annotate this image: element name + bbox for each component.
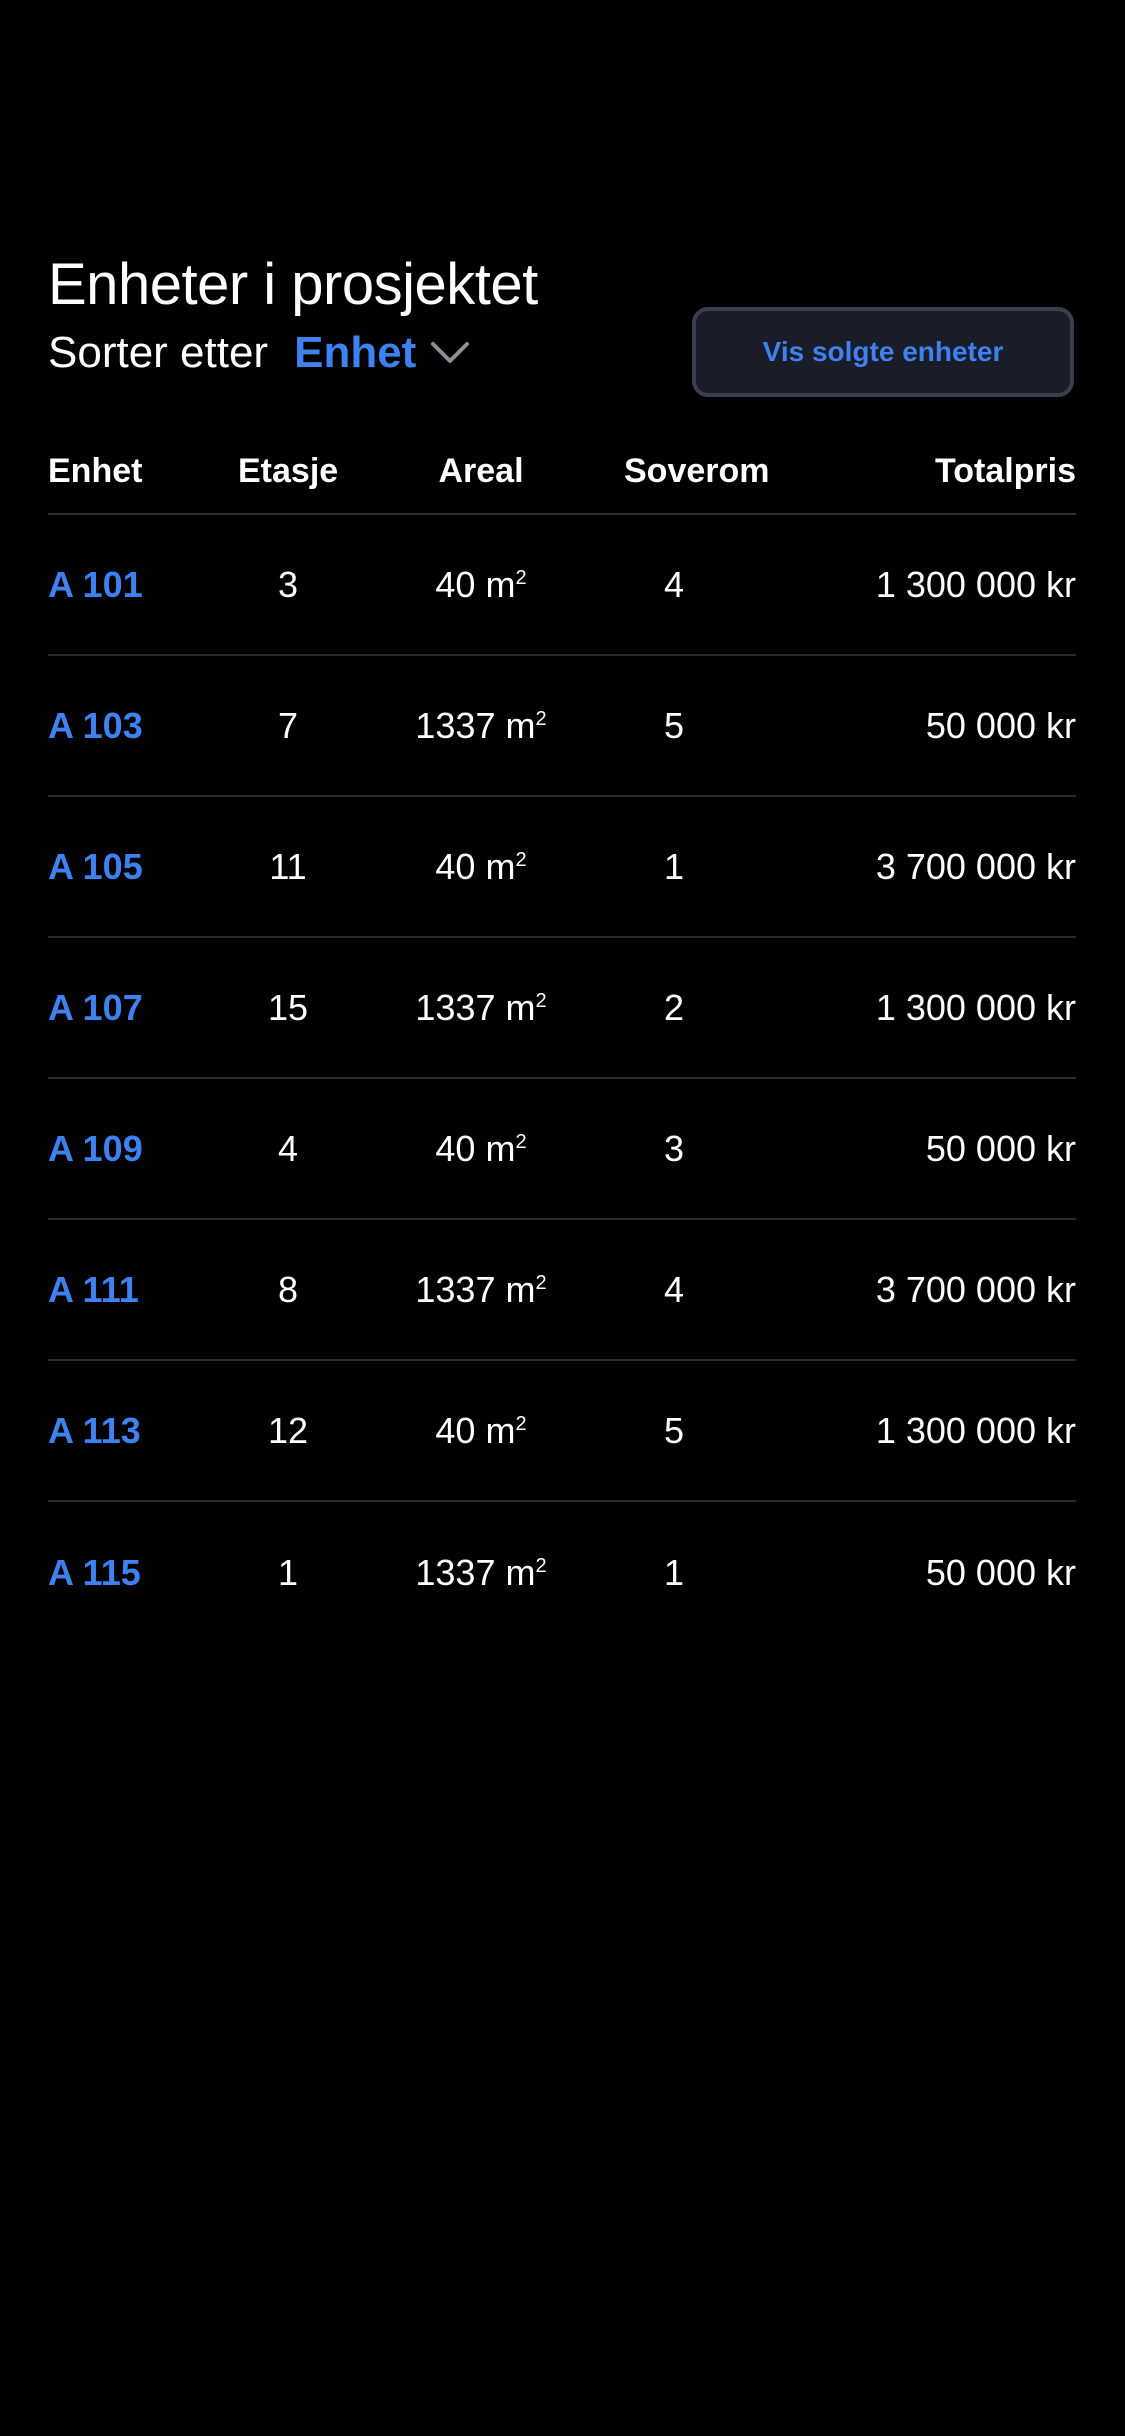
area-cell: 40 m2 bbox=[338, 564, 624, 606]
table-body: A 101 3 40 m2 4 1 300 000 kr A 103 7 1337 m2 5 50… bbox=[48, 515, 1076, 1643]
area-value: 40 bbox=[435, 845, 476, 887]
area-value: 1337 bbox=[415, 1551, 496, 1593]
header-price[interactable]: Totalpris bbox=[724, 452, 1076, 491]
area-cell: 40 m2 bbox=[338, 1410, 624, 1452]
price-cell: 1 300 000 kr bbox=[875, 986, 1076, 1028]
bedrooms-cell: 5 bbox=[663, 1409, 685, 1451]
area-unit: m bbox=[505, 1551, 536, 1593]
table-header: Enhet Etasje Areal Soverom Totalpris bbox=[48, 430, 1076, 515]
bedrooms-cell: 1 bbox=[663, 845, 685, 887]
unit-cell: A 105 bbox=[48, 846, 238, 888]
page-title: Enheter i prosjektet bbox=[48, 251, 538, 317]
area-value: 40 bbox=[435, 1409, 476, 1451]
header-floor[interactable]: Etasje bbox=[238, 452, 338, 491]
bedrooms-cell: 4 bbox=[663, 1268, 685, 1310]
unit-link[interactable]: A 113 bbox=[48, 1410, 141, 1451]
sort-value[interactable]: Enhet bbox=[294, 318, 416, 388]
unit-cell: A 115 bbox=[48, 1552, 238, 1594]
area-unit-exponent: 2 bbox=[535, 1271, 547, 1294]
unit-cell: A 113 bbox=[48, 1410, 238, 1452]
area-unit-exponent: 2 bbox=[535, 707, 547, 730]
area-unit-exponent: 2 bbox=[515, 566, 527, 589]
area-value: 40 bbox=[435, 1127, 476, 1169]
table-row[interactable]: A 103 7 1337 m2 5 50 000 kr bbox=[48, 656, 1076, 797]
area-value: 1337 bbox=[415, 986, 496, 1028]
unit-link[interactable]: A 101 bbox=[48, 564, 143, 605]
header-bedrooms[interactable]: Soverom bbox=[624, 452, 770, 491]
unit-link[interactable]: A 115 bbox=[48, 1552, 141, 1593]
area-unit-exponent: 2 bbox=[515, 848, 527, 871]
area-cell: 1337 m2 bbox=[338, 705, 624, 747]
area-value: 40 bbox=[435, 563, 476, 605]
area-unit: m bbox=[505, 986, 536, 1028]
unit-link[interactable]: A 111 bbox=[48, 1269, 139, 1310]
units-table: Enhet Etasje Areal Soverom Totalpris A 1… bbox=[48, 430, 1076, 1643]
unit-link[interactable]: A 105 bbox=[48, 846, 143, 887]
table-row[interactable]: A 105 11 40 m2 1 3 700 000 kr bbox=[48, 797, 1076, 938]
table-row[interactable]: A 115 1 1337 m2 1 50 000 kr bbox=[48, 1502, 1076, 1643]
show-sold-units-button[interactable]: Vis solgte enheter bbox=[692, 307, 1074, 397]
area-cell: 40 m2 bbox=[338, 1128, 624, 1170]
bedrooms-cell: 4 bbox=[663, 563, 685, 605]
price-cell: 50 000 kr bbox=[925, 704, 1076, 746]
table-row[interactable]: A 113 12 40 m2 5 1 300 000 kr bbox=[48, 1361, 1076, 1502]
area-unit: m bbox=[485, 563, 516, 605]
unit-link[interactable]: A 107 bbox=[48, 987, 143, 1028]
floor-cell: 4 bbox=[277, 1127, 299, 1169]
floor-cell: 3 bbox=[277, 563, 299, 605]
area-value: 1337 bbox=[415, 704, 496, 746]
price-cell: 3 700 000 kr bbox=[875, 1268, 1076, 1310]
price-cell: 50 000 kr bbox=[925, 1127, 1076, 1169]
floor-cell: 8 bbox=[277, 1268, 299, 1310]
floor-cell: 15 bbox=[267, 986, 309, 1028]
table-row[interactable]: A 101 3 40 m2 4 1 300 000 kr bbox=[48, 515, 1076, 656]
unit-cell: A 109 bbox=[48, 1128, 238, 1170]
table-row[interactable]: A 107 15 1337 m2 2 1 300 000 kr bbox=[48, 938, 1076, 1079]
floor-cell: 1 bbox=[277, 1551, 299, 1593]
area-cell: 40 m2 bbox=[338, 846, 624, 888]
area-unit: m bbox=[485, 845, 516, 887]
area-unit-exponent: 2 bbox=[535, 989, 547, 1012]
unit-cell: A 111 bbox=[48, 1269, 238, 1311]
area-unit: m bbox=[505, 1268, 536, 1310]
area-unit: m bbox=[505, 704, 536, 746]
sort-control: Sorter etter Enhet bbox=[48, 318, 470, 388]
unit-link[interactable]: A 103 bbox=[48, 705, 143, 746]
bedrooms-cell: 5 bbox=[663, 704, 685, 746]
bedrooms-cell: 1 bbox=[663, 1551, 685, 1593]
price-cell: 1 300 000 kr bbox=[875, 563, 1076, 605]
floor-cell: 12 bbox=[267, 1409, 309, 1451]
sort-dropdown[interactable]: Enhet bbox=[294, 318, 470, 388]
area-value: 1337 bbox=[415, 1268, 496, 1310]
floor-cell: 11 bbox=[269, 845, 307, 887]
area-unit-exponent: 2 bbox=[515, 1412, 527, 1435]
unit-cell: A 103 bbox=[48, 705, 238, 747]
unit-cell: A 107 bbox=[48, 987, 238, 1029]
sort-label: Sorter etter bbox=[48, 328, 269, 377]
price-cell: 50 000 kr bbox=[925, 1551, 1076, 1593]
price-cell: 1 300 000 kr bbox=[875, 1409, 1076, 1451]
unit-link[interactable]: A 109 bbox=[48, 1128, 143, 1169]
area-unit: m bbox=[485, 1409, 516, 1451]
header-unit[interactable]: Enhet bbox=[48, 452, 238, 491]
unit-cell: A 101 bbox=[48, 564, 238, 606]
chevron-down-icon[interactable] bbox=[430, 340, 470, 366]
bedrooms-cell: 2 bbox=[663, 986, 685, 1028]
header-area[interactable]: Areal bbox=[338, 452, 624, 491]
table-row[interactable]: A 109 4 40 m2 3 50 000 kr bbox=[48, 1079, 1076, 1220]
area-cell: 1337 m2 bbox=[338, 1552, 624, 1594]
area-unit-exponent: 2 bbox=[515, 1130, 527, 1153]
area-unit-exponent: 2 bbox=[535, 1554, 547, 1577]
price-cell: 3 700 000 kr bbox=[875, 845, 1076, 887]
area-unit: m bbox=[485, 1127, 516, 1169]
area-cell: 1337 m2 bbox=[338, 987, 624, 1029]
area-cell: 1337 m2 bbox=[338, 1269, 624, 1311]
table-row[interactable]: A 111 8 1337 m2 4 3 700 000 kr bbox=[48, 1220, 1076, 1361]
floor-cell: 7 bbox=[277, 704, 299, 746]
bedrooms-cell: 3 bbox=[663, 1127, 685, 1169]
